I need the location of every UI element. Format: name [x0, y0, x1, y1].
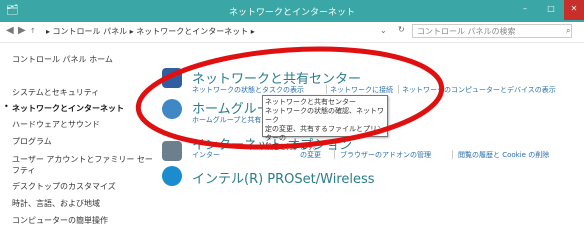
annotation-ellipse: [135, 46, 445, 150]
red-oval-annotation: [135, 46, 445, 150]
